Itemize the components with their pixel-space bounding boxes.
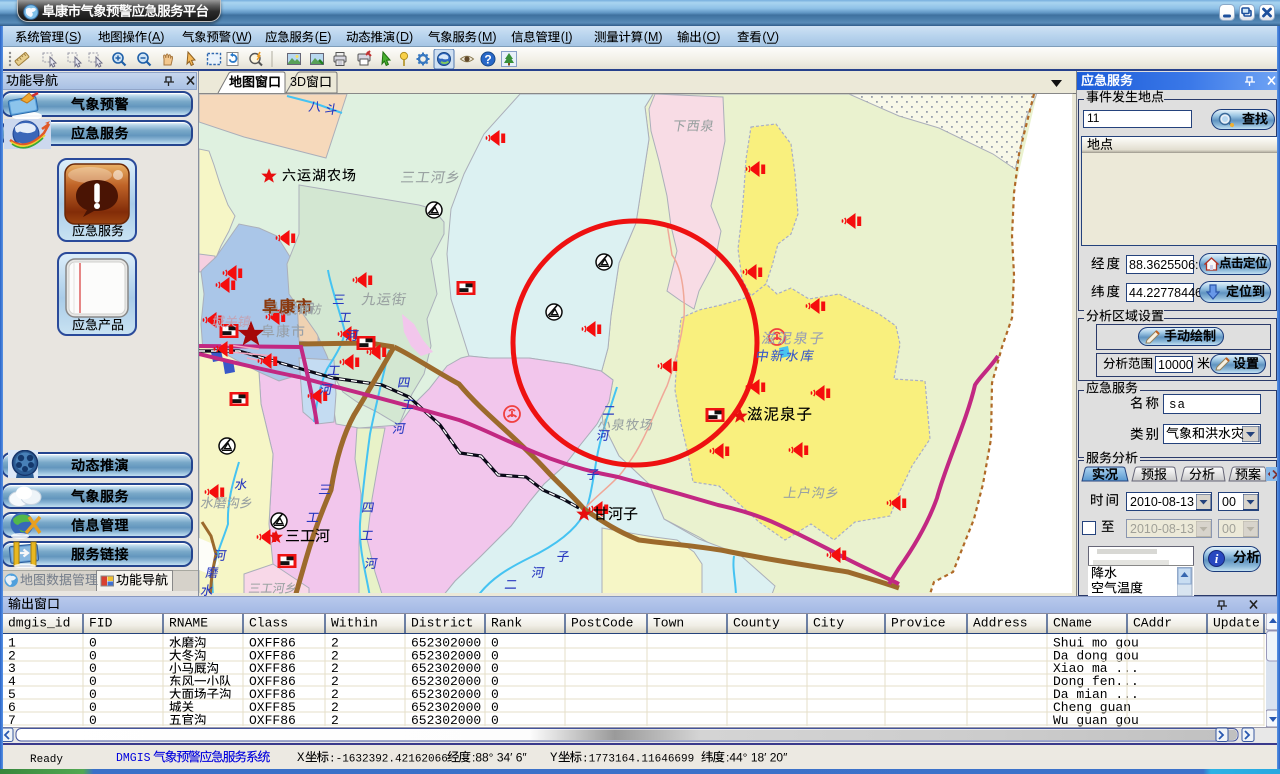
svg-text:i: i xyxy=(1215,551,1219,566)
svg-text:?: ? xyxy=(484,53,491,67)
